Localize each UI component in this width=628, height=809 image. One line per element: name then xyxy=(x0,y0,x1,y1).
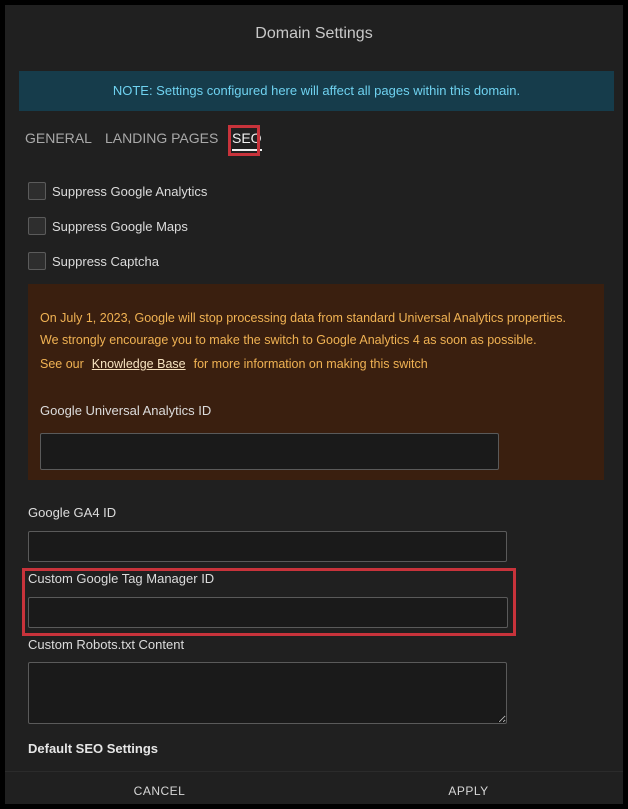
suppress-google-maps-checkbox[interactable]: Suppress Google Maps xyxy=(28,216,188,236)
checkbox-label: Suppress Google Analytics xyxy=(52,183,208,199)
dialog-footer: CANCEL APPLY xyxy=(5,771,623,804)
ua-id-input[interactable] xyxy=(40,433,499,470)
checkbox-label: Suppress Google Maps xyxy=(52,218,188,234)
tab-general[interactable]: GENERAL xyxy=(25,123,92,153)
checkbox-box[interactable] xyxy=(28,252,46,270)
warning-line-3-prefix: See our xyxy=(40,357,84,371)
tab-landing-pages-label: LANDING PAGES xyxy=(105,130,219,146)
robots-txt-label: Custom Robots.txt Content xyxy=(28,637,185,652)
cancel-button[interactable]: CANCEL xyxy=(5,772,314,804)
seo-tab-highlight xyxy=(228,125,260,156)
ga4-id-label: Google GA4 ID xyxy=(28,505,117,520)
suppress-captcha-checkbox[interactable]: Suppress Captcha xyxy=(28,251,159,271)
checkbox-label: Suppress Captcha xyxy=(52,253,159,269)
ga4-id-input[interactable] xyxy=(28,531,507,562)
warning-line-3: See our Knowledge Base for more informatio… xyxy=(40,357,428,371)
tab-landing-pages[interactable]: LANDING PAGES xyxy=(105,123,218,153)
ga-deprecation-warning: On July 1, 2023, Google will stop proces… xyxy=(28,284,604,480)
warning-line-2: We strongly encourage you to make the sw… xyxy=(40,333,537,347)
tab-general-label: GENERAL xyxy=(25,130,92,146)
checkbox-box[interactable] xyxy=(28,217,46,235)
knowledge-base-link[interactable]: Knowledge Base xyxy=(92,357,186,371)
apply-button[interactable]: APPLY xyxy=(314,772,623,804)
note-banner: NOTE: Settings configured here will affe… xyxy=(19,71,614,111)
ua-id-label: Google Universal Analytics ID xyxy=(40,403,212,418)
gtm-field-highlight xyxy=(22,568,516,636)
dialog-title: Domain Settings xyxy=(255,25,373,42)
warning-line-3-suffix: for more information on making this swit… xyxy=(193,357,428,371)
warning-line-1: On July 1, 2023, Google will stop proces… xyxy=(40,311,566,325)
suppress-google-analytics-checkbox[interactable]: Suppress Google Analytics xyxy=(28,181,207,201)
domain-settings-dialog: Domain Settings NOTE: Settings configure… xyxy=(5,5,623,804)
default-seo-settings-heading: Default SEO Settings xyxy=(28,741,159,756)
robots-txt-textarea[interactable] xyxy=(28,662,507,724)
checkbox-box[interactable] xyxy=(28,182,46,200)
